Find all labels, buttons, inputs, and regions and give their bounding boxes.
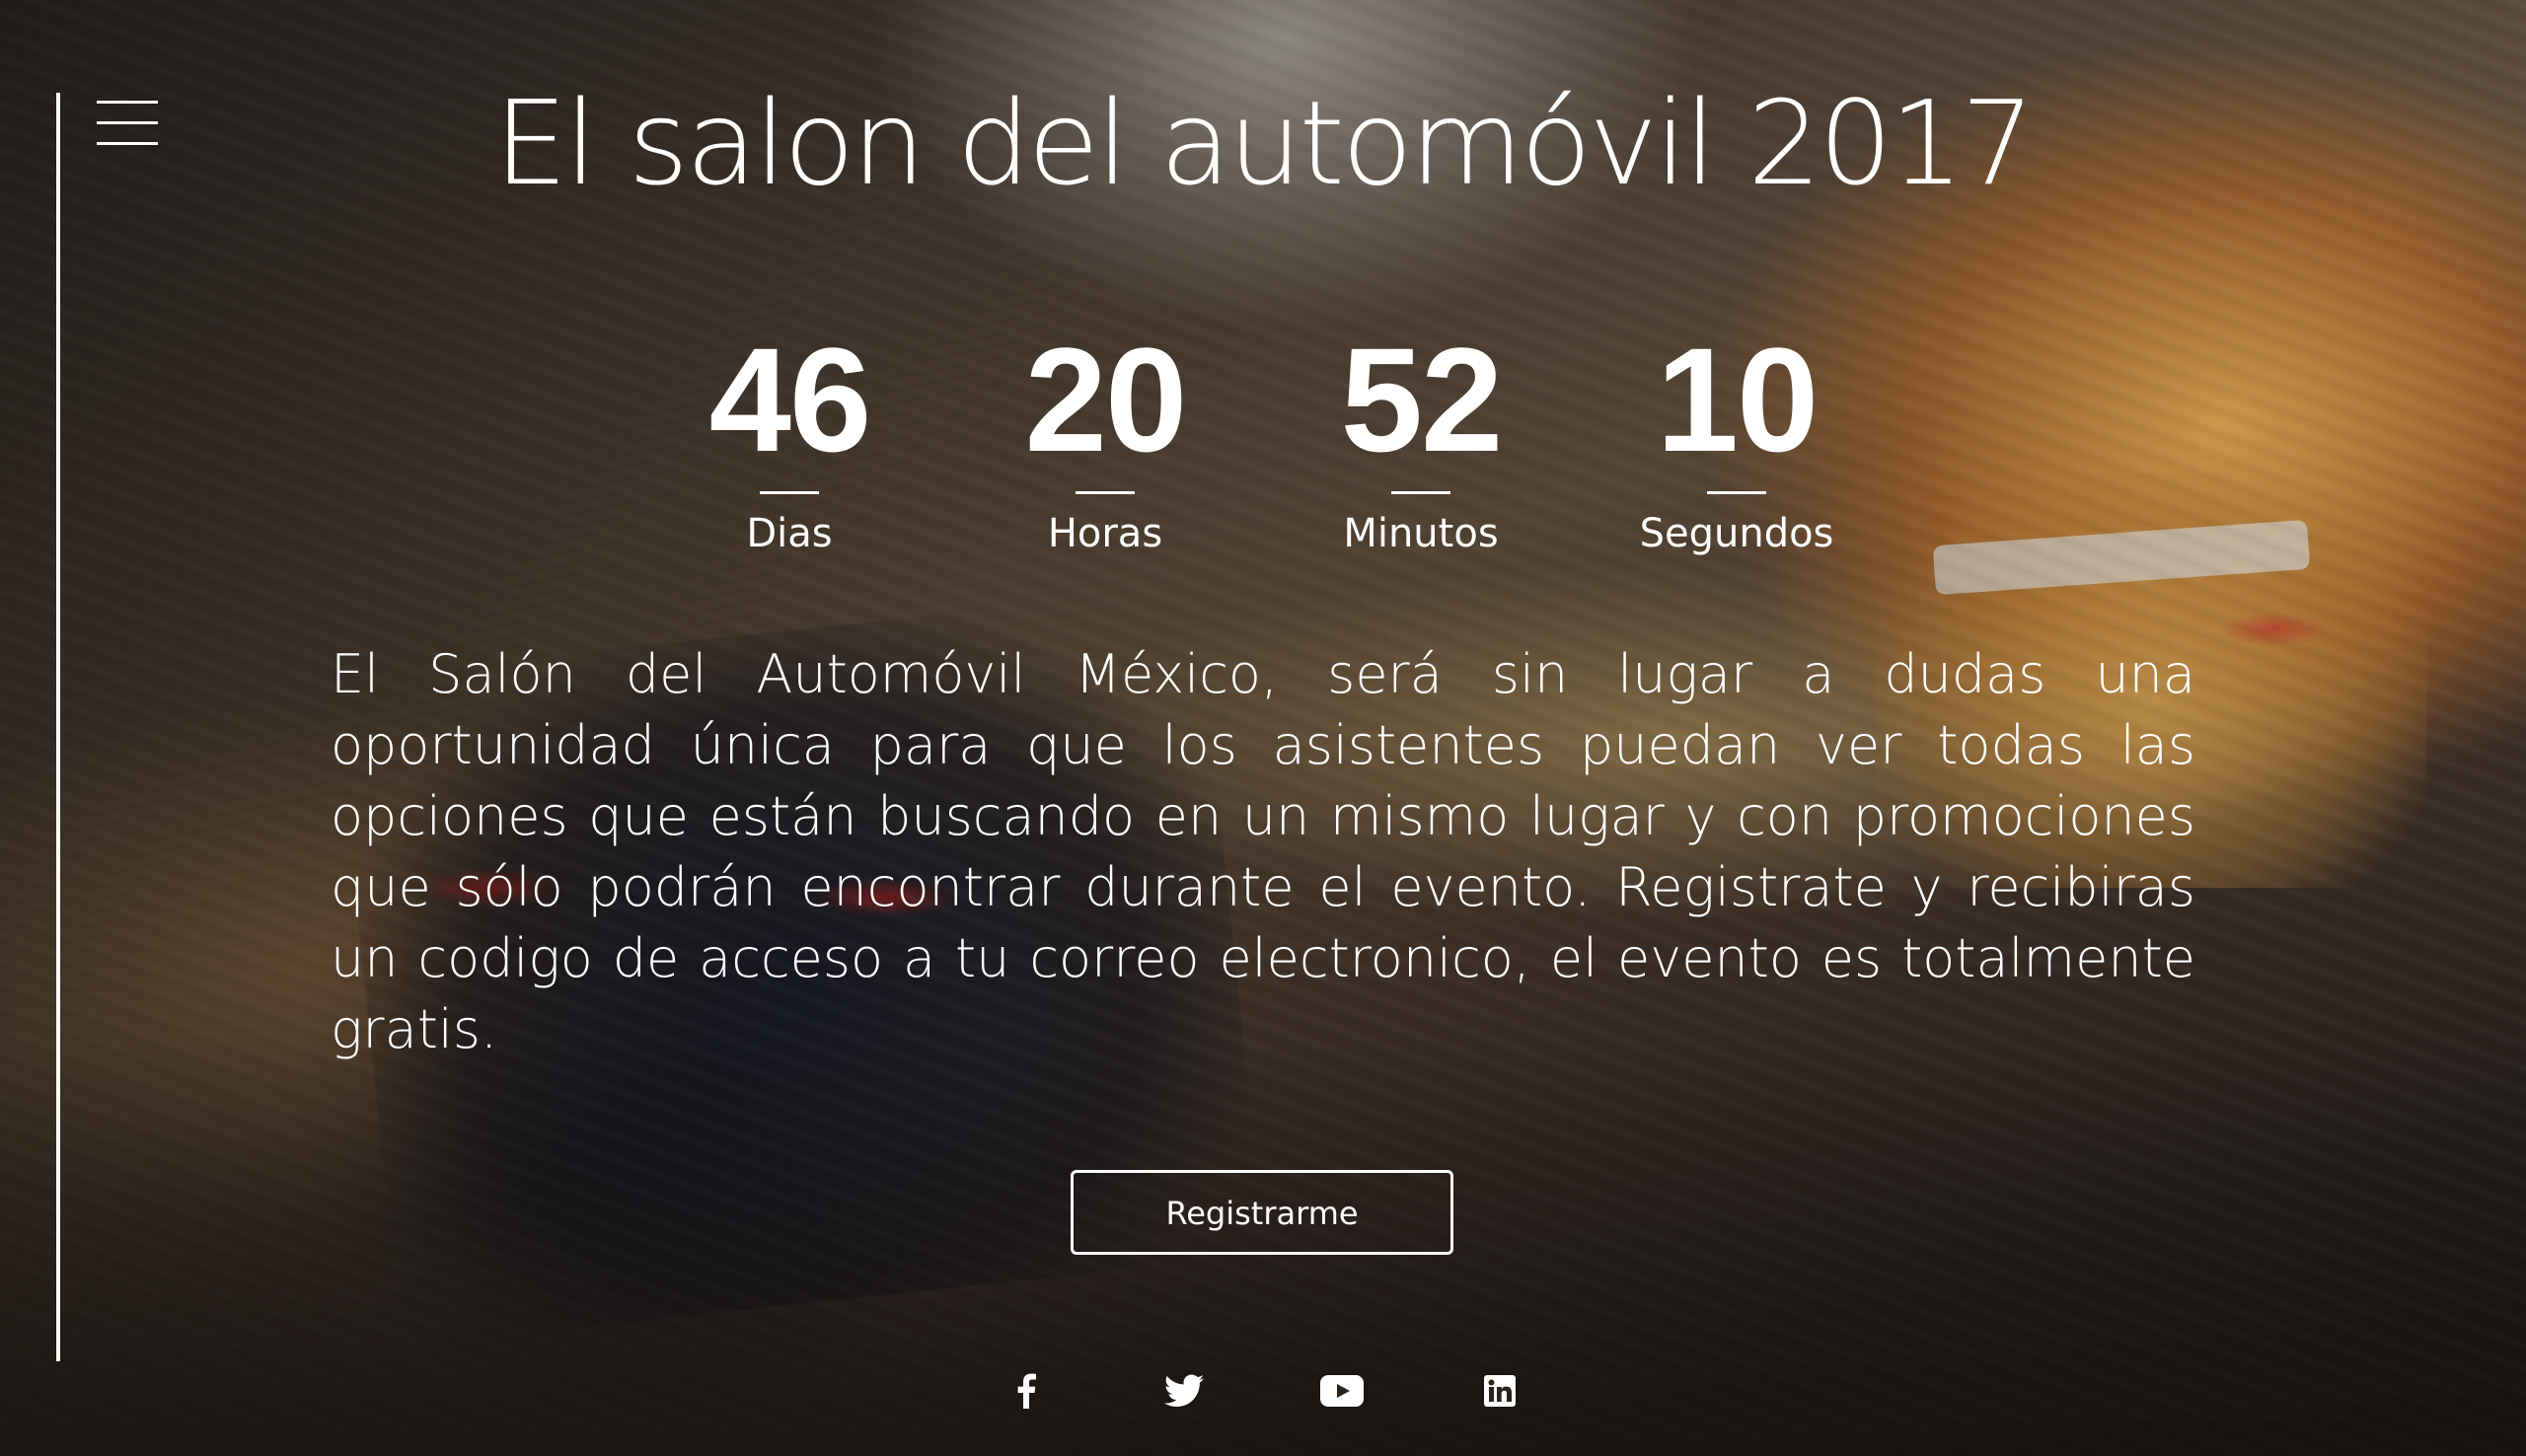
countdown-hours: 20 Horas — [947, 316, 1263, 561]
youtube-icon[interactable] — [1312, 1361, 1372, 1420]
countdown-days-value: 46 — [708, 317, 872, 482]
countdown-minutes-value: 52 — [1340, 317, 1504, 482]
landing-page: El salon del automóvil 2017 46 Dias 20 H… — [0, 0, 2526, 1456]
twitter-icon[interactable] — [1154, 1361, 1214, 1420]
countdown-hours-label: Horas — [1047, 511, 1163, 556]
sidebar-divider-line — [56, 93, 60, 1361]
countdown-divider — [1707, 491, 1766, 494]
countdown-timer: 46 Dias 20 Horas 52 Minutos 10 Segundos — [0, 316, 2526, 582]
page-title: El salon del automóvil 2017 — [493, 75, 2036, 211]
countdown-minutes-label: Minutos — [1343, 511, 1499, 556]
countdown-seconds-label: Segundos — [1639, 511, 1834, 556]
social-links — [0, 1361, 2526, 1420]
countdown-days: 46 Dias — [632, 316, 947, 561]
linkedin-icon[interactable] — [1470, 1361, 1529, 1420]
countdown-seconds-value: 10 — [1656, 317, 1820, 482]
register-button[interactable]: Registrarme — [1071, 1170, 1453, 1255]
countdown-days-label: Dias — [746, 511, 833, 556]
countdown-divider — [760, 491, 819, 494]
countdown-divider — [1391, 491, 1450, 494]
countdown-minutes: 52 Minutos — [1263, 316, 1579, 561]
facebook-icon[interactable] — [997, 1361, 1056, 1420]
countdown-hours-value: 20 — [1024, 317, 1188, 482]
countdown-seconds: 10 Segundos — [1579, 316, 1894, 561]
countdown-divider — [1076, 491, 1135, 494]
event-description: El Salón del Automóvil México, será sin … — [331, 643, 2195, 1060]
